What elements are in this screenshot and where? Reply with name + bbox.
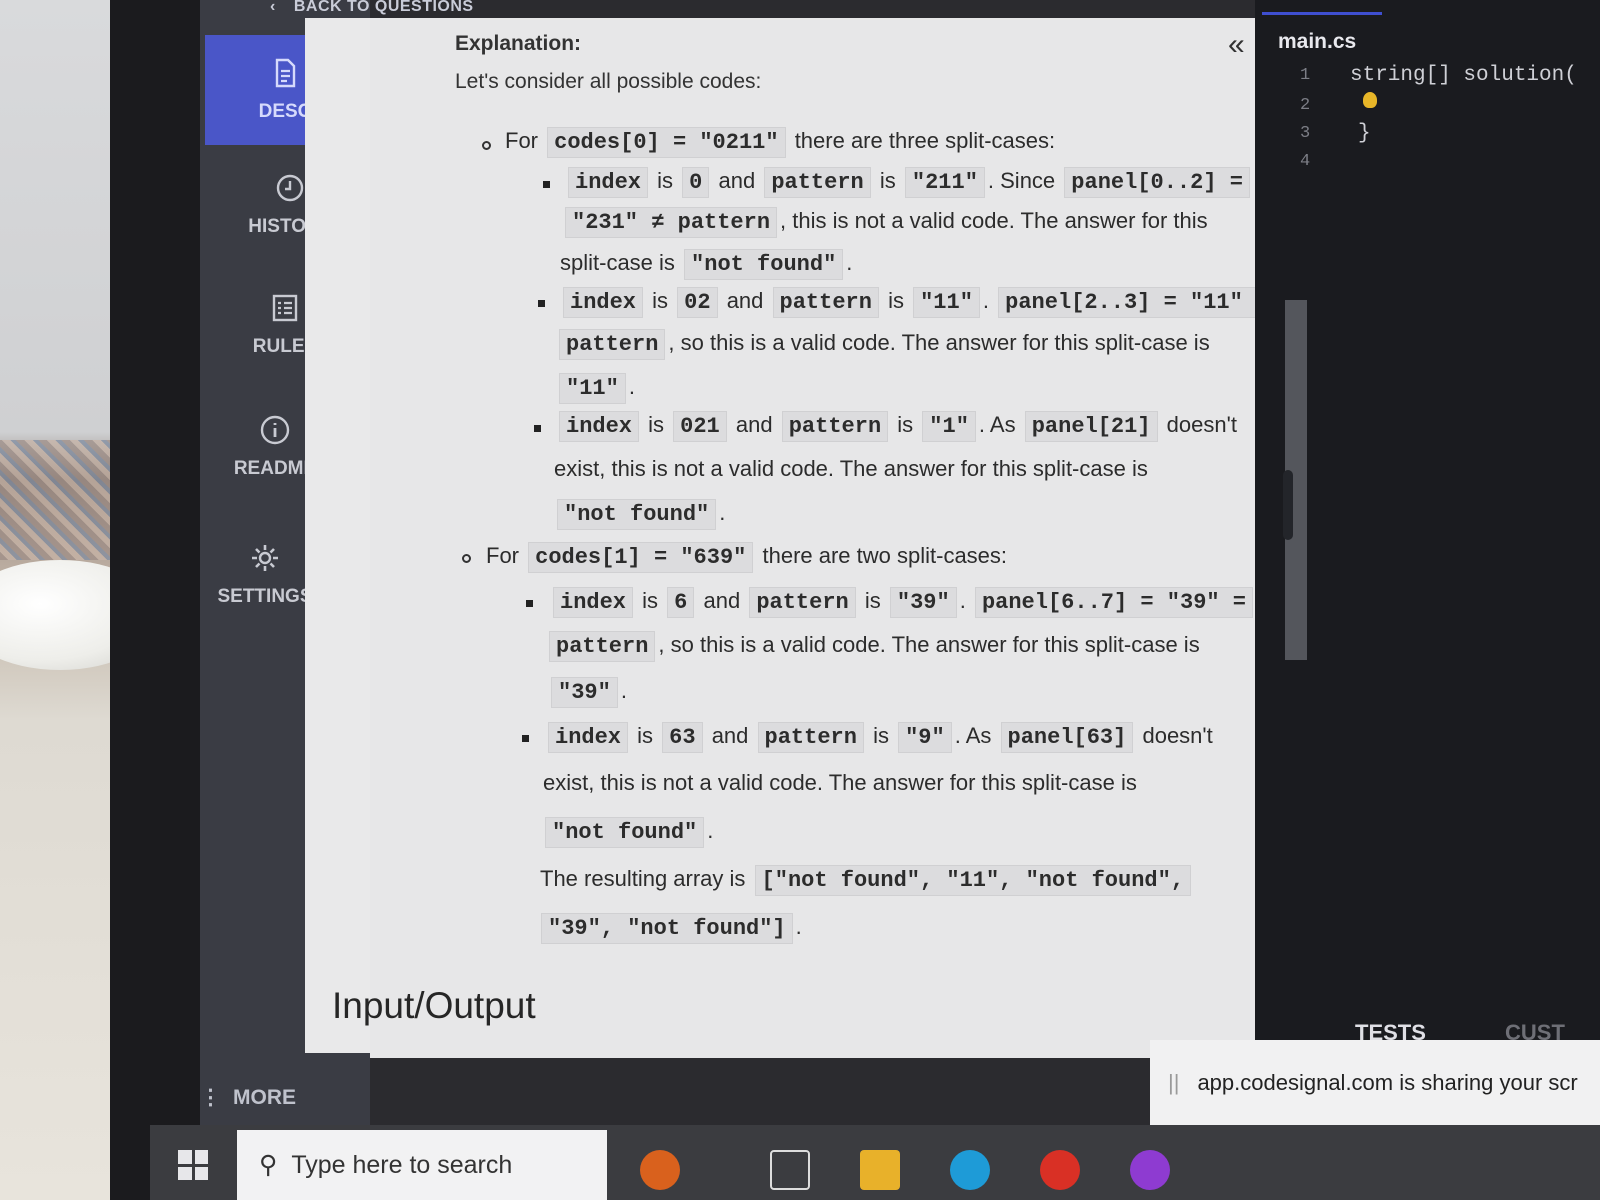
pause-icon[interactable]: || — [1168, 1070, 1179, 1096]
app-icon[interactable] — [1130, 1150, 1170, 1190]
info-icon — [260, 415, 290, 445]
chrome-browser-icon[interactable] — [1040, 1150, 1080, 1190]
clock-icon — [276, 174, 304, 202]
split-case-1-2-line2: exist, this is not a valid code. The ans… — [543, 770, 1137, 795]
case-heading-1: For codes[1] = "639" there are two split… — [486, 542, 1007, 573]
taskbar-search-box[interactable]: ⚲ Type here to search — [237, 1130, 607, 1200]
split-case-0-3-line2: exist, this is not a valid code. The ans… — [554, 456, 1148, 481]
explanation-heading: Explanation: — [455, 32, 582, 55]
split-case-0-1-line3: split-case is "not found". — [560, 249, 852, 280]
split-case-0-2-line1: index is 02 and pattern is "11". panel[2… — [560, 287, 1279, 318]
more-button[interactable]: ⋮ MORE — [200, 1085, 296, 1110]
kebab-icon: ⋮ — [200, 1086, 221, 1109]
chevron-left-icon: ‹ — [270, 0, 276, 15]
pumpkin-widget-icon[interactable] — [640, 1150, 680, 1190]
line-number: 4 — [1300, 152, 1311, 171]
file-explorer-icon[interactable] — [860, 1150, 900, 1190]
split-case-0-2-line2: pattern, so this is a valid code. The an… — [556, 329, 1210, 360]
split-case-0-2-line3: "11". — [556, 373, 635, 404]
collapse-panel-icon[interactable]: « — [1228, 28, 1245, 62]
split-case-0-1-line2: "231" ≠ pattern, this is not a valid cod… — [562, 207, 1208, 238]
split-case-1-1-line2: pattern, so this is a valid code. The an… — [546, 631, 1200, 662]
result-line1: The resulting array is ["not found", "11… — [540, 865, 1194, 896]
search-icon: ⚲ — [259, 1151, 278, 1179]
bullet-circle-icon — [482, 141, 491, 150]
split-case-0-3-line1: index is 021 and pattern is "1". As pane… — [556, 411, 1237, 442]
explanation-intro: Let's consider all possible codes: — [455, 70, 762, 93]
lightbulb-icon[interactable] — [1363, 92, 1377, 108]
code-line-3[interactable]: } — [1358, 122, 1371, 145]
result-line2: "39", "not found"]. — [538, 913, 802, 944]
active-tab-indicator — [1262, 12, 1382, 15]
split-case-1-2-line3: "not found". — [542, 817, 713, 848]
sidebar-item-label: DESC — [258, 101, 312, 122]
bullet-square-icon — [522, 735, 529, 742]
screen-share-message: app.codesignal.com is sharing your scr — [1197, 1069, 1578, 1095]
bullet-square-icon — [543, 181, 550, 188]
back-to-questions-link[interactable]: ‹ BACK TO QUESTIONS — [270, 0, 474, 18]
file-tab-main-cs[interactable]: main.cs — [1278, 30, 1356, 54]
input-output-heading: Input/Output — [332, 985, 536, 1026]
taskbar-search-placeholder: Type here to search — [291, 1150, 513, 1179]
split-case-0-3-line3: "not found". — [554, 499, 725, 530]
case-heading-0: For codes[0] = "0211" there are three sp… — [505, 127, 1055, 158]
task-view-icon[interactable] — [770, 1150, 810, 1190]
document-icon — [275, 58, 296, 88]
list-icon — [272, 294, 298, 322]
sidebar-item-label: SETTINGS — [217, 586, 313, 607]
bullet-square-icon — [526, 600, 533, 607]
sidebar-item-label: README — [233, 458, 317, 479]
line-number: 2 — [1300, 96, 1311, 115]
line-number: 3 — [1300, 124, 1311, 143]
split-case-1-1-line1: index is 6 and pattern is "39". panel[6.… — [550, 587, 1256, 618]
windows-start-icon[interactable] — [178, 1150, 208, 1180]
line-number: 1 — [1300, 66, 1311, 85]
bullet-square-icon — [538, 300, 545, 307]
edge-browser-icon[interactable] — [950, 1150, 990, 1190]
bullet-square-icon — [534, 425, 541, 432]
split-case-1-1-line3: "39". — [548, 677, 627, 708]
split-case-0-1-line1: index is 0 and pattern is "211". Since p… — [565, 167, 1253, 198]
screen-share-banner: || app.codesignal.com is sharing your sc… — [1150, 1040, 1600, 1125]
more-label: MORE — [233, 1085, 296, 1109]
resize-handle[interactable] — [1283, 470, 1293, 540]
gear-icon — [252, 545, 278, 571]
split-case-1-2-line1: index is 63 and pattern is "9". As panel… — [545, 722, 1213, 753]
code-line-1[interactable]: string[] solution( — [1350, 64, 1577, 87]
back-to-questions-label: BACK TO QUESTIONS — [293, 0, 474, 15]
bullet-circle-icon — [462, 554, 471, 563]
